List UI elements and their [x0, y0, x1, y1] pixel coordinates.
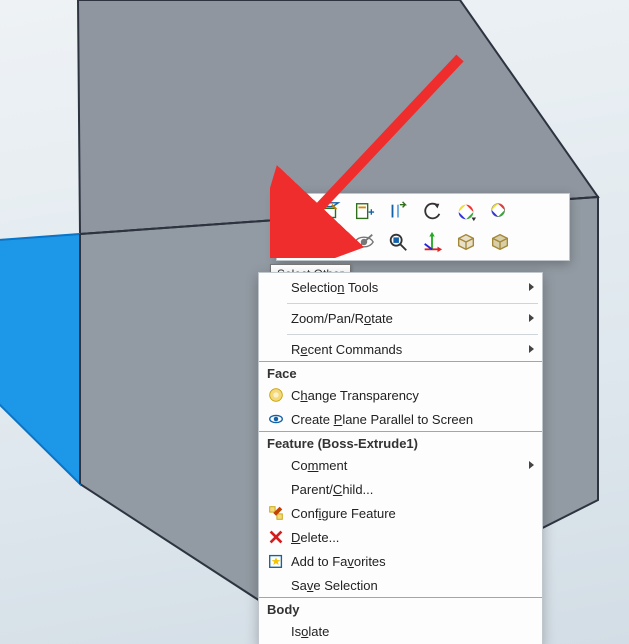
menu-item-zoom-pan-rotate[interactable]: Zoom/Pan/Rotate: [259, 306, 542, 330]
menu-item-save-selection[interactable]: Save Selection: [259, 573, 542, 597]
menu-item-label: Configure Feature: [291, 506, 524, 521]
menu-item-add-to-favorites[interactable]: Add to Favorites: [259, 549, 542, 573]
blank-icon: [265, 276, 287, 298]
blank-icon: [265, 478, 287, 500]
menu-item-label: Create Plane Parallel to Screen: [291, 412, 524, 427]
blank-icon: [265, 454, 287, 476]
context-menu: Selection Tools Zoom/Pan/Rotate Recent C…: [258, 272, 543, 644]
menu-item-parent-child[interactable]: Parent/Child...: [259, 477, 542, 501]
chevron-right-icon: [529, 283, 534, 291]
menu-section-body: Body: [259, 597, 542, 619]
menu-item-label: Zoom/Pan/Rotate: [291, 311, 524, 326]
solid-display-icon[interactable]: [487, 229, 513, 255]
menu-item-recent-commands[interactable]: Recent Commands: [259, 337, 542, 361]
menu-item-label: Parent/Child...: [291, 482, 524, 497]
normal-to-icon[interactable]: [317, 229, 343, 255]
box-display-icon[interactable]: [453, 229, 479, 255]
select-other-icon[interactable]: [283, 229, 309, 255]
sketch-icon[interactable]: [317, 199, 343, 225]
appearance-icon[interactable]: [453, 199, 479, 225]
menu-item-label: Recent Commands: [291, 342, 524, 357]
menu-item-delete[interactable]: Delete...: [259, 525, 542, 549]
blank-icon: [265, 307, 287, 329]
menu-item-label: Comment: [291, 458, 524, 473]
menu-item-label: Add to Favorites: [291, 554, 524, 569]
menu-item-configure-feature[interactable]: Configure Feature: [259, 501, 542, 525]
context-toolbar-row-2: [283, 227, 563, 257]
menu-item-selection-tools[interactable]: Selection Tools: [259, 275, 542, 299]
menu-section-header: Body: [259, 598, 542, 619]
offset-entities-icon[interactable]: [385, 199, 411, 225]
plane-parallel-icon: [265, 408, 287, 430]
delete-icon: [265, 526, 287, 548]
menu-item-change-transparency[interactable]: Change Transparency: [259, 383, 542, 407]
context-toolbar: [276, 193, 570, 261]
zoom-to-selection-icon[interactable]: [385, 229, 411, 255]
menu-item-label: Delete...: [291, 530, 524, 545]
hide-icon[interactable]: [351, 229, 377, 255]
body-appearance-icon[interactable]: [487, 199, 513, 225]
menu-item-create-plane-parallel[interactable]: Create Plane Parallel to Screen: [259, 407, 542, 431]
menu-item-label: Save Selection: [291, 578, 524, 593]
transparency-icon: [265, 384, 287, 406]
configure-feature-icon: [265, 502, 287, 524]
menu-section-header: Feature (Boss-Extrude1): [259, 432, 542, 453]
favorites-icon: [265, 550, 287, 572]
menu-item-label: Selection Tools: [291, 280, 524, 295]
blank-icon: [265, 338, 287, 360]
move-triad-icon[interactable]: [419, 229, 445, 255]
menu-item-label: Isolate: [291, 624, 524, 639]
context-toolbar-row-1: [283, 197, 563, 227]
zoom-to-fit-icon[interactable]: [283, 199, 309, 225]
blank-icon: [265, 574, 287, 596]
menu-section-face: Face: [259, 361, 542, 383]
menu-item-comment[interactable]: Comment: [259, 453, 542, 477]
chevron-right-icon: [529, 345, 534, 353]
chevron-right-icon: [529, 314, 534, 322]
blank-icon: [265, 620, 287, 642]
import-dxf-icon[interactable]: [351, 199, 377, 225]
menu-item-label: Change Transparency: [291, 388, 524, 403]
menu-item-isolate[interactable]: Isolate: [259, 619, 542, 643]
menu-section-feature: Feature (Boss-Extrude1): [259, 431, 542, 453]
chevron-right-icon: [529, 461, 534, 469]
menu-section-header: Face: [259, 362, 542, 383]
undo-icon[interactable]: [419, 199, 445, 225]
